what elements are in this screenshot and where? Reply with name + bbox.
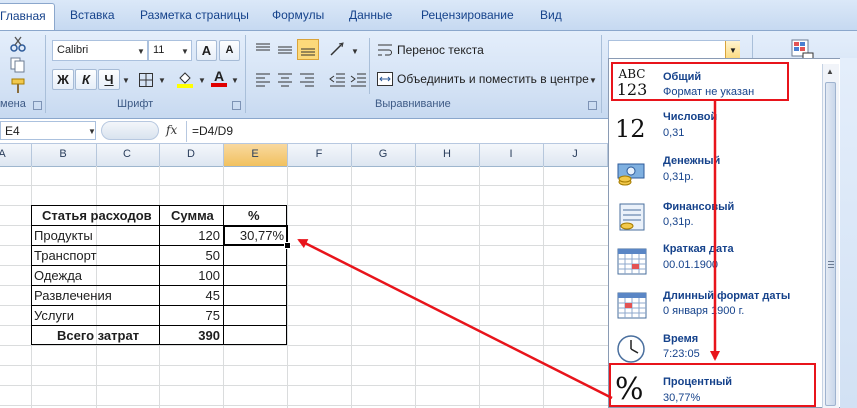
arrow-to-cell <box>297 238 613 400</box>
annotation-arrows <box>297 101 720 400</box>
